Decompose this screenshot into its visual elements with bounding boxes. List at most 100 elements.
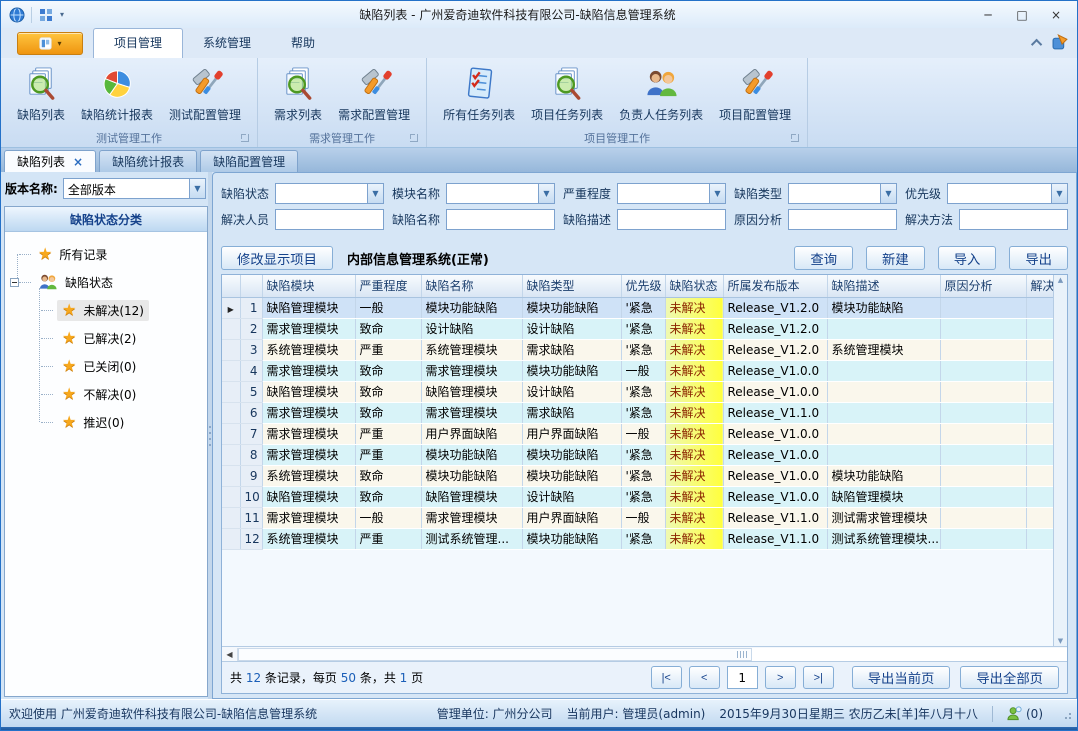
ribbon-button-defect-stats-report[interactable]: 缺陷统计报表	[73, 62, 161, 127]
column-header-solution[interactable]: 解决方法	[1026, 275, 1053, 297]
tree-item-unresolved[interactable]: ★未解决(12)	[7, 296, 205, 324]
filter-input-cause-analysis[interactable]	[788, 209, 897, 230]
ribbon-button-test-config[interactable]: 测试配置管理	[161, 62, 249, 127]
cell-release-version: Release_V1.0.0	[723, 423, 827, 444]
tree-item-wont-resolve[interactable]: ★不解决(0)	[7, 380, 205, 408]
vertical-scrollbar[interactable]: ▲ ▼	[1053, 275, 1067, 646]
column-header-cause-analysis[interactable]: 原因分析	[940, 275, 1026, 297]
doc-tab-defect-list[interactable]: 缺陷列表×	[4, 150, 96, 172]
export-current-page-button[interactable]: 导出当前页	[852, 666, 951, 689]
last-page-button[interactable]: >|	[803, 666, 834, 689]
table-row[interactable]: 6需求管理模块致命需求管理模块需求缺陷'紧急未解决Release_V1.1.0	[222, 402, 1053, 423]
ribbon-tab-project-management[interactable]: 项目管理	[93, 28, 183, 58]
table-row[interactable]: 4需求管理模块致命需求管理模块模块功能缺陷一般未解决Release_V1.0.0	[222, 360, 1053, 381]
people-icon	[38, 272, 58, 292]
tree-item-defect-status[interactable]: 缺陷状态	[7, 268, 205, 296]
table-row[interactable]: 2需求管理模块致命设计缺陷设计缺陷'紧急未解决Release_V1.2.0	[222, 318, 1053, 339]
maximize-button[interactable]: □	[1005, 4, 1039, 26]
close-button[interactable]: ×	[1039, 4, 1073, 26]
filter-select-module-name[interactable]: ▼	[446, 183, 555, 204]
table-row[interactable]: 5缺陷管理模块致命缺陷管理模块设计缺陷'紧急未解决Release_V1.0.0	[222, 381, 1053, 402]
scroll-down-icon[interactable]: ▼	[1058, 637, 1063, 645]
collapse-expander-icon[interactable]	[10, 278, 19, 287]
column-header-defect-status[interactable]: 缺陷状态	[665, 275, 723, 297]
column-header-release-version[interactable]: 所属发布版本	[723, 275, 827, 297]
ribbon-tab-help[interactable]: 帮助	[271, 28, 335, 58]
column-header-defect-name[interactable]: 缺陷名称	[421, 275, 522, 297]
ribbon-button-all-task-list[interactable]: 所有任务列表	[435, 62, 523, 127]
table-row[interactable]: 9系统管理模块致命模块功能缺陷模块功能缺陷'紧急未解决Release_V1.0.…	[222, 465, 1053, 486]
ribbon-tab-system-management[interactable]: 系统管理	[183, 28, 271, 58]
doc-tab-defect-config[interactable]: 缺陷配置管理	[200, 150, 298, 172]
prev-page-button[interactable]: <	[689, 666, 720, 689]
table-row[interactable]: 3系统管理模块严重系统管理模块需求缺陷'紧急未解决Release_V1.2.0系…	[222, 339, 1053, 360]
column-header-defect-type[interactable]: 缺陷类型	[522, 275, 621, 297]
scrollbar-track[interactable]	[238, 648, 1067, 661]
scrollbar-thumb[interactable]	[238, 648, 752, 661]
chevron-down-icon[interactable]: ▼	[189, 179, 205, 198]
filter-input-defect-name[interactable]	[446, 209, 555, 230]
column-header-severity[interactable]: 严重程度	[355, 275, 421, 297]
ribbon-button-defect-list[interactable]: 缺陷列表	[9, 62, 73, 127]
page-number-input[interactable]	[727, 666, 758, 689]
ribbon-group-title: 需求管理工作	[309, 132, 375, 145]
chevron-down-icon[interactable]: ▼	[538, 184, 554, 203]
ribbon-button-project-config[interactable]: 项目配置管理	[711, 62, 799, 127]
quick-access-grid-icon[interactable]	[38, 7, 54, 23]
dialog-launcher-icon[interactable]	[410, 134, 418, 142]
table-row[interactable]: 8需求管理模块严重模块功能缺陷模块功能缺陷'紧急未解决Release_V1.0.…	[222, 444, 1053, 465]
dialog-launcher-icon[interactable]	[791, 134, 799, 142]
column-header-defect-module[interactable]: 缺陷模块	[262, 275, 355, 297]
tree-item-all-records[interactable]: ★所有记录	[7, 240, 205, 268]
version-select[interactable]: 全部版本 ▼	[63, 178, 206, 199]
resize-grip[interactable]	[1061, 709, 1071, 719]
doc-tab-defect-stats-report[interactable]: 缺陷统计报表	[99, 150, 197, 172]
tree-item-resolved[interactable]: ★已解决(2)	[7, 324, 205, 352]
chevron-down-icon[interactable]: ▼	[367, 184, 383, 203]
filter-select-priority[interactable]: ▼	[947, 183, 1068, 204]
chevron-down-icon[interactable]: ▼	[1051, 184, 1067, 203]
filter-select-defect-status[interactable]: ▼	[275, 183, 384, 204]
ribbon-button-requirement-config[interactable]: 需求配置管理	[330, 62, 418, 127]
column-header-priority[interactable]: 优先级	[621, 275, 665, 297]
chevron-down-icon[interactable]: ▼	[709, 184, 725, 203]
table-row[interactable]: 7需求管理模块严重用户界面缺陷用户界面缺陷一般未解决Release_V1.0.0	[222, 423, 1053, 444]
project-title: 内部信息管理系统(正常)	[347, 249, 489, 268]
modify-display-items-button[interactable]: 修改显示项目	[221, 246, 333, 270]
export-button[interactable]: 导出	[1009, 246, 1068, 270]
first-page-button[interactable]: |<	[651, 666, 682, 689]
filter-input-solution[interactable]	[959, 209, 1068, 230]
cell-defect-name: 系统管理模块	[421, 339, 522, 360]
ribbon-button-owner-task-list[interactable]: 负责人任务列表	[611, 62, 711, 127]
style-selector-icon[interactable]	[1052, 34, 1069, 51]
scroll-up-icon[interactable]: ▲	[1058, 276, 1063, 284]
table-row[interactable]: 10缺陷管理模块致命缺陷管理模块设计缺陷'紧急未解决Release_V1.0.0…	[222, 486, 1053, 507]
tree-item-postponed[interactable]: ★推迟(0)	[7, 408, 205, 436]
chevron-down-icon[interactable]: ▼	[880, 184, 896, 203]
online-users-indicator[interactable]: (0)	[1007, 706, 1043, 721]
cell-solution	[1026, 381, 1053, 402]
ribbon-button-requirement-list[interactable]: 需求列表	[266, 62, 330, 127]
minimize-button[interactable]: ─	[971, 4, 1005, 26]
filter-input-defect-desc[interactable]	[617, 209, 726, 230]
next-page-button[interactable]: >	[765, 666, 796, 689]
filter-select-severity[interactable]: ▼	[617, 183, 726, 204]
filter-select-defect-type[interactable]: ▼	[788, 183, 897, 204]
table-row[interactable]: 12系统管理模块严重测试系统管理...模块功能缺陷'紧急未解决Release_V…	[222, 528, 1053, 549]
filter-input-resolver[interactable]	[275, 209, 384, 230]
horizontal-scrollbar[interactable]: ◀	[222, 646, 1067, 661]
scroll-left-icon[interactable]: ◀	[222, 648, 238, 661]
table-row[interactable]: ▶1缺陷管理模块一般模块功能缺陷模块功能缺陷'紧急未解决Release_V1.2…	[222, 297, 1053, 318]
tree-item-closed[interactable]: ★已关闭(0)	[7, 352, 205, 380]
new-button[interactable]: 新建	[866, 246, 925, 270]
dialog-launcher-icon[interactable]	[241, 134, 249, 142]
ribbon-button-project-task-list[interactable]: 项目任务列表	[523, 62, 611, 127]
column-header-defect-desc[interactable]: 缺陷描述	[827, 275, 940, 297]
import-button[interactable]: 导入	[938, 246, 997, 270]
application-menu-button[interactable]: ▾	[17, 32, 83, 55]
collapse-ribbon-icon[interactable]	[1031, 38, 1042, 49]
export-all-pages-button[interactable]: 导出全部页	[960, 666, 1059, 689]
table-row[interactable]: 11需求管理模块一般需求管理模块用户界面缺陷一般未解决Release_V1.1.…	[222, 507, 1053, 528]
close-icon[interactable]: ×	[73, 155, 83, 169]
query-button[interactable]: 查询	[794, 246, 853, 270]
